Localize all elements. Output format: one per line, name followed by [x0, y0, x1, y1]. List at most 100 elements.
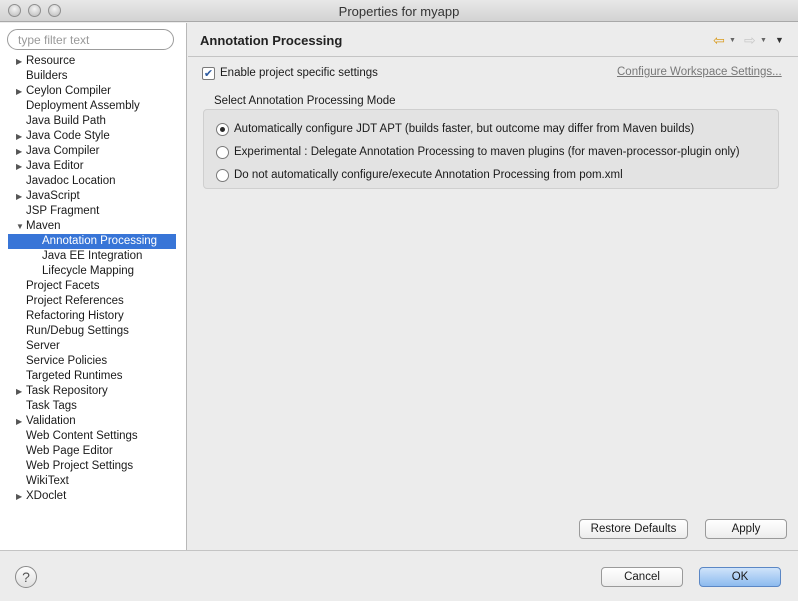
collapsed-triangle-icon[interactable]: ▶ [16, 189, 25, 204]
sidebar-item-label: Annotation Processing [42, 235, 158, 247]
sidebar-item-label: Builders [26, 70, 68, 82]
mode-radio-jdt-apt[interactable] [216, 122, 229, 136]
sidebar-item[interactable]: Java EE Integration [8, 249, 176, 264]
page-header: Annotation Processing ⇦ ▼ ⇨ ▼ ▼ [188, 23, 798, 57]
enable-project-settings-row[interactable]: ✔ Enable project specific settings [202, 65, 378, 81]
mode-option-label: Experimental : Delegate Annotation Proce… [234, 146, 740, 158]
collapsed-triangle-icon[interactable]: ▶ [16, 384, 25, 399]
sidebar-item-label: Targeted Runtimes [26, 370, 123, 382]
sidebar-item-label: Javadoc Location [26, 175, 116, 187]
sidebar-item-label: Maven [26, 220, 61, 232]
sidebar-item-label: Deployment Assembly [26, 100, 140, 112]
sidebar-item-label: Run/Debug Settings [26, 325, 129, 337]
view-menu-chevron-down-icon[interactable]: ▼ [775, 35, 784, 45]
sidebar-item[interactable]: Lifecycle Mapping [8, 264, 176, 279]
sidebar-item-label: Web Content Settings [26, 430, 138, 442]
collapsed-triangle-icon[interactable]: ▶ [16, 54, 25, 69]
sidebar-item[interactable]: ▶ JavaScript [8, 189, 176, 204]
ok-button[interactable]: OK [699, 567, 781, 587]
sidebar-item-label: XDoclet [26, 490, 67, 502]
sidebar-item[interactable]: ▶ Java Editor [8, 159, 176, 174]
mode-option-label: Automatically configure JDT APT (builds … [234, 123, 695, 135]
sidebar-item[interactable]: Project References [8, 294, 176, 309]
sidebar-item[interactable]: WikiText [8, 474, 176, 489]
sidebar-item-label: Project Facets [26, 280, 100, 292]
sidebar-item[interactable]: ▶ Java Compiler [8, 144, 176, 159]
sidebar-item-label: Java Code Style [26, 130, 110, 142]
sidebar-item[interactable]: ▶ Java Code Style [8, 129, 176, 144]
sidebar-item[interactable]: Task Tags [8, 399, 176, 414]
sidebar-item[interactable]: Run/Debug Settings [8, 324, 176, 339]
dialog-footer: ? Cancel OK [0, 550, 798, 601]
sidebar-item[interactable]: Builders [8, 69, 176, 84]
mode-group: Automatically configure JDT APT (builds … [203, 109, 779, 189]
mode-radio-disabled[interactable] [216, 168, 229, 182]
back-history-chevron-down-icon[interactable]: ▼ [729, 37, 736, 44]
sidebar-item-label: Ceylon Compiler [26, 85, 112, 97]
forward-history-chevron-down-icon[interactable]: ▼ [760, 37, 767, 44]
collapsed-triangle-icon[interactable]: ▶ [16, 489, 25, 504]
sidebar-item-label: Task Repository [26, 385, 108, 397]
sidebar-item[interactable]: ▶ Validation [8, 414, 176, 429]
property-tree: ▶ Resource Builders ▶ Ceylon Compiler Deploym… [8, 54, 176, 504]
collapsed-triangle-icon[interactable]: ▶ [16, 129, 25, 144]
sidebar-item-label: Java Build Path [26, 115, 106, 127]
sidebar-item[interactable]: Project Facets [8, 279, 176, 294]
mode-option-disabled[interactable]: Do not automatically configure/execute A… [216, 167, 623, 183]
page-title: Annotation Processing [200, 33, 343, 48]
mode-option-jdt-apt[interactable]: Automatically configure JDT APT (builds … [216, 121, 694, 137]
back-arrow-icon[interactable]: ⇦ [713, 32, 725, 49]
sidebar-item-label: WikiText [26, 475, 69, 487]
sidebar-item[interactable]: ▶ XDoclet [8, 489, 176, 504]
sidebar-item-label: Web Page Editor [26, 445, 113, 457]
sidebar-item[interactable]: JSP Fragment [8, 204, 176, 219]
restore-defaults-button[interactable]: Restore Defaults [579, 519, 688, 539]
sidebar-item-label: Refactoring History [26, 310, 124, 322]
configure-workspace-settings-link[interactable]: Configure Workspace Settings... [617, 66, 782, 78]
sidebar-item[interactable]: Web Page Editor [8, 444, 176, 459]
filter-input[interactable] [7, 29, 174, 50]
sidebar-item[interactable]: Refactoring History [8, 309, 176, 324]
help-icon[interactable]: ? [15, 566, 37, 588]
sidebar-item[interactable]: Java Build Path [8, 114, 176, 129]
sidebar-item-label: Project References [26, 295, 124, 307]
sidebar-item-label: Server [26, 340, 60, 352]
collapsed-triangle-icon[interactable]: ▶ [16, 414, 25, 429]
content-panel: Annotation Processing ⇦ ▼ ⇨ ▼ ▼ ✔ Enable… [188, 23, 798, 550]
collapsed-triangle-icon[interactable]: ▶ [16, 84, 25, 99]
sidebar-item-label: Java EE Integration [42, 250, 143, 262]
apply-button[interactable]: Apply [705, 519, 787, 539]
sidebar-item-label: Task Tags [26, 400, 77, 412]
mode-option-maven-delegate[interactable]: Experimental : Delegate Annotation Proce… [216, 144, 740, 160]
sidebar-item[interactable]: Javadoc Location [8, 174, 176, 189]
sidebar-item[interactable]: ▶ Task Repository [8, 384, 176, 399]
sidebar-item[interactable]: ▼ Maven [8, 219, 176, 234]
sidebar-item[interactable]: Web Content Settings [8, 429, 176, 444]
mode-option-label: Do not automatically configure/execute A… [234, 169, 623, 181]
sidebar-item[interactable]: Web Project Settings [8, 459, 176, 474]
sidebar-item[interactable]: Deployment Assembly [8, 99, 176, 114]
sidebar: ▶ResourceBuilders▶Ceylon CompilerDeploym… [0, 23, 187, 550]
collapsed-triangle-icon[interactable]: ▶ [16, 144, 25, 159]
enable-project-settings-checkbox[interactable]: ✔ [202, 66, 215, 80]
forward-arrow-icon[interactable]: ⇨ [744, 32, 756, 49]
sidebar-item[interactable]: Service Policies [8, 354, 176, 369]
sidebar-item-label: Web Project Settings [26, 460, 134, 472]
sidebar-item[interactable]: ▶ Ceylon Compiler [8, 84, 176, 99]
title-bar: Properties for myapp [0, 0, 798, 22]
sidebar-item-label: Service Policies [26, 355, 108, 367]
sidebar-item[interactable]: Annotation Processing [8, 234, 176, 249]
collapsed-triangle-icon[interactable]: ▶ [16, 159, 25, 174]
expanded-triangle-icon[interactable]: ▼ [16, 219, 25, 234]
sidebar-item[interactable]: Server [8, 339, 176, 354]
window-title: Properties for myapp [338, 4, 460, 19]
sidebar-item-label: JavaScript [26, 190, 80, 202]
mode-radio-maven-delegate[interactable] [216, 145, 229, 159]
sidebar-item[interactable]: Targeted Runtimes [8, 369, 176, 384]
sidebar-item-label: Java Editor [26, 160, 84, 172]
sidebar-item[interactable]: ▶ Resource [8, 54, 176, 69]
sidebar-item-label: Validation [26, 415, 76, 427]
sidebar-item-label: Lifecycle Mapping [42, 265, 135, 277]
cancel-button[interactable]: Cancel [601, 567, 683, 587]
sidebar-item-label: Java Compiler [26, 145, 100, 157]
